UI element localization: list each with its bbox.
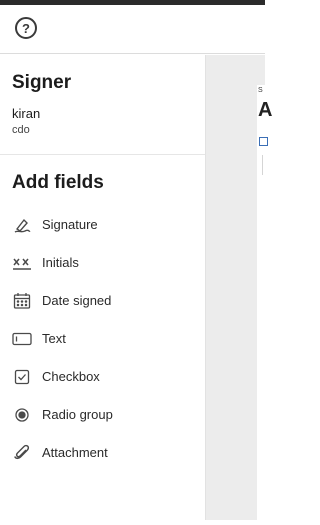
help-button[interactable]: ?	[15, 17, 37, 39]
text-field-icon	[12, 329, 32, 349]
signer-name: kiran	[12, 106, 41, 121]
field-label: Radio group	[42, 407, 113, 422]
signer-section: Signer kiran cdo	[0, 55, 205, 155]
field-label: Initials	[42, 255, 79, 270]
document-divider	[262, 155, 263, 175]
field-label: Text	[42, 331, 66, 346]
field-initials[interactable]: Initials	[0, 247, 205, 285]
field-label: Checkbox	[42, 369, 100, 384]
field-radio-group[interactable]: Radio group	[0, 399, 205, 437]
document-heading: A	[258, 99, 273, 121]
calendar-icon	[12, 291, 32, 311]
add-fields-title: Add fields	[12, 172, 104, 193]
field-label: Date signed	[42, 293, 112, 308]
document-page[interactable]	[257, 85, 277, 525]
document-field-icon[interactable]	[259, 137, 268, 146]
field-list: Signature Initials Date signed Text Chec…	[0, 209, 205, 475]
field-label: Signature	[42, 217, 98, 232]
document-small-text: S	[258, 87, 263, 94]
field-text[interactable]: Text	[0, 323, 205, 361]
header: ?	[0, 5, 265, 54]
radio-icon	[12, 405, 32, 425]
signature-icon	[12, 215, 32, 235]
field-date-signed[interactable]: Date signed	[0, 285, 205, 323]
document-canvas[interactable]: S A	[206, 55, 277, 525]
field-signature[interactable]: Signature	[0, 209, 205, 247]
checkbox-icon	[12, 367, 32, 387]
paperclip-icon	[12, 443, 32, 463]
signer-title: Signer	[12, 72, 72, 93]
sidebar: Signer kiran cdo Add fields Signature In…	[0, 55, 206, 520]
field-checkbox[interactable]: Checkbox	[0, 361, 205, 399]
initials-icon	[12, 253, 32, 273]
signer-role: cdo	[12, 124, 30, 136]
question-circle-icon: ?	[22, 20, 30, 36]
field-attachment[interactable]: Attachment	[0, 437, 205, 475]
field-label: Attachment	[42, 445, 108, 460]
